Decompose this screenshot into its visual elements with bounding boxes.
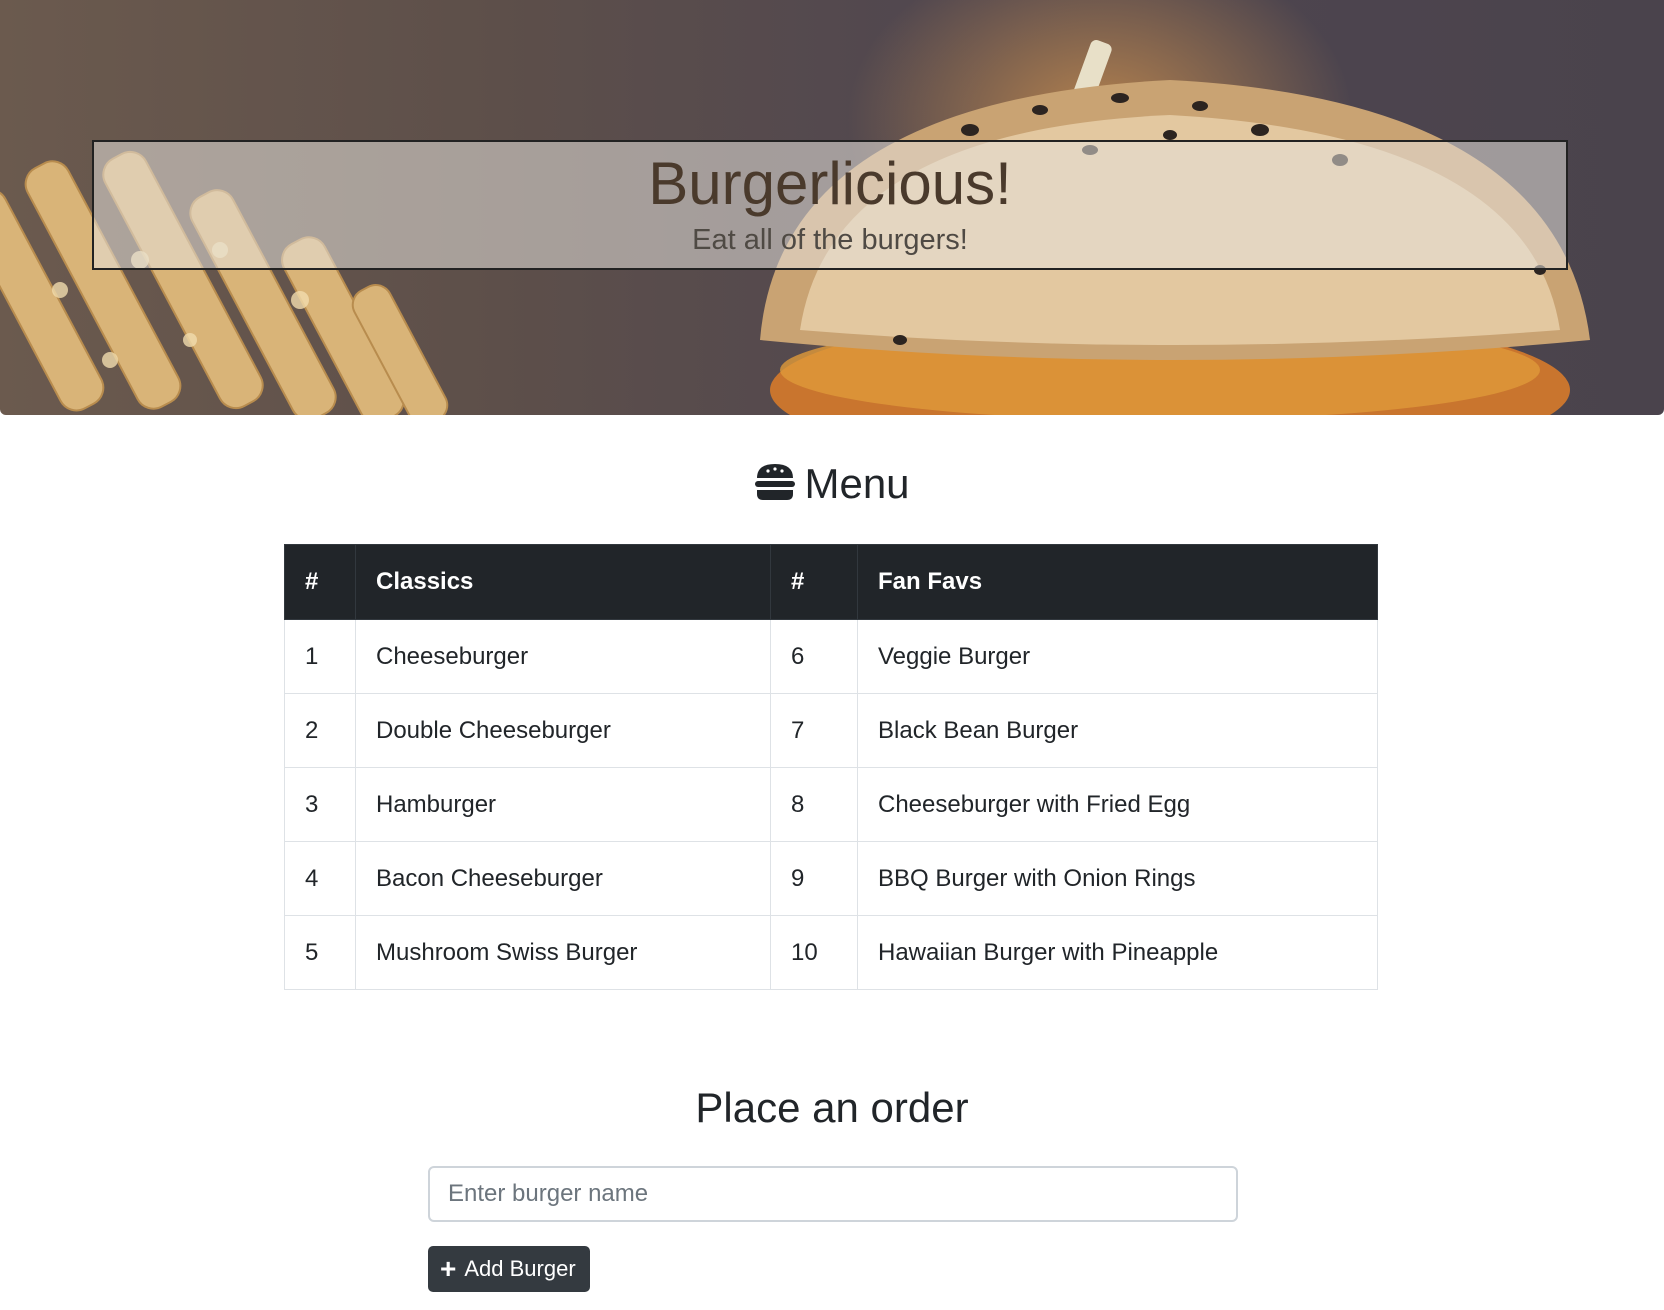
column-header-number: #: [770, 544, 858, 620]
fav-name: Cheeseburger with Fried Egg: [857, 767, 1378, 842]
fav-number: 6: [770, 619, 858, 694]
table-header-row: # Classics # Fan Favs: [284, 544, 1378, 620]
table-row: 4 Bacon Cheeseburger 9 BBQ Burger with O…: [284, 841, 1378, 916]
hamburger-icon: [755, 464, 796, 500]
classic-name: Bacon Cheeseburger: [355, 841, 771, 916]
fav-name: Black Bean Burger: [857, 693, 1378, 768]
add-burger-button[interactable]: + Add Burger: [428, 1246, 590, 1292]
classic-number: 2: [284, 693, 356, 768]
column-header-fan-favs: Fan Favs: [857, 544, 1378, 620]
classic-number: 3: [284, 767, 356, 842]
table-row: 5 Mushroom Swiss Burger 10 Hawaiian Burg…: [284, 915, 1378, 990]
fav-name: Hawaiian Burger with Pineapple: [857, 915, 1378, 990]
classic-number: 4: [284, 841, 356, 916]
fav-name: BBQ Burger with Onion Rings: [857, 841, 1378, 916]
site-subtitle: Eat all of the burgers!: [692, 224, 968, 256]
table-row: 2 Double Cheeseburger 7 Black Bean Burge…: [284, 693, 1378, 768]
hero-title-box: Burgerlicious! Eat all of the burgers!: [92, 140, 1568, 270]
fav-number: 8: [770, 767, 858, 842]
classic-number: 1: [284, 619, 356, 694]
site-title: Burgerlicious!: [648, 150, 1012, 217]
classic-number: 5: [284, 915, 356, 990]
fav-name: Veggie Burger: [857, 619, 1378, 694]
hero-banner: Burgerlicious! Eat all of the burgers!: [0, 0, 1664, 415]
burger-name-input[interactable]: [428, 1166, 1238, 1222]
classic-name: Mushroom Swiss Burger: [355, 915, 771, 990]
fav-number: 7: [770, 693, 858, 768]
menu-table: # Classics # Fan Favs 1 Cheeseburger 6 V…: [284, 544, 1378, 990]
column-header-number: #: [284, 544, 356, 620]
menu-heading: Menu: [0, 460, 1664, 508]
column-header-classics: Classics: [355, 544, 771, 620]
order-heading: Place an order: [695, 1084, 969, 1131]
menu-heading-text: Menu: [804, 460, 910, 507]
classic-name: Cheeseburger: [355, 619, 771, 694]
plus-icon: +: [440, 1253, 457, 1284]
table-row: 1 Cheeseburger 6 Veggie Burger: [284, 619, 1378, 694]
classic-name: Double Cheeseburger: [355, 693, 771, 768]
fav-number: 10: [770, 915, 858, 990]
table-row: 3 Hamburger 8 Cheeseburger with Fried Eg…: [284, 767, 1378, 842]
add-burger-label: Add Burger: [464, 1256, 576, 1281]
classic-name: Hamburger: [355, 767, 771, 842]
fav-number: 9: [770, 841, 858, 916]
